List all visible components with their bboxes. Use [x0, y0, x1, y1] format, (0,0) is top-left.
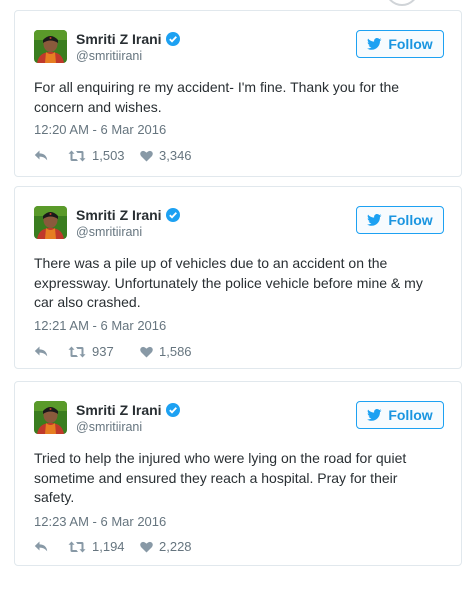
avatar[interactable] — [34, 206, 67, 239]
reply-arrow-icon — [34, 346, 48, 357]
tweet-actions: 1,503 3,346 — [34, 148, 220, 163]
heart-icon — [140, 346, 153, 357]
like-button[interactable]: 3,346 — [140, 148, 220, 163]
tweet-text: Tried to help the injured who were lying… — [34, 450, 407, 505]
reply-button[interactable] — [34, 541, 68, 552]
avatar[interactable] — [34, 401, 67, 434]
author-handle[interactable]: @smritiirani — [76, 49, 142, 63]
follow-label: Follow — [388, 212, 433, 228]
follow-button[interactable]: Follow — [356, 206, 444, 234]
reply-arrow-icon — [34, 541, 48, 552]
tweet-actions: 937 1,586 — [34, 344, 220, 359]
twitter-bird-icon — [367, 214, 382, 226]
author-handle[interactable]: @smritiirani — [76, 225, 142, 239]
partial-circle-decoration — [385, 0, 419, 6]
tweet-actions: 1,194 2,228 — [34, 539, 220, 554]
retweet-button[interactable]: 1,503 — [68, 148, 140, 163]
heart-icon — [140, 150, 153, 161]
retweet-icon — [68, 150, 86, 161]
author-name[interactable]: Smriti Z Irani — [76, 31, 180, 47]
follow-button[interactable]: Follow — [356, 401, 444, 429]
follow-label: Follow — [388, 36, 433, 52]
tweet-timestamp[interactable]: 12:21 AM - 6 Mar 2016 — [34, 318, 166, 333]
author-name[interactable]: Smriti Z Irani — [76, 402, 180, 418]
like-count: 2,228 — [159, 539, 192, 554]
twitter-bird-icon — [367, 409, 382, 421]
tweet-card: Smriti Z Irani @smritiirani Follow Tried… — [14, 381, 462, 566]
retweet-icon — [68, 541, 86, 552]
verified-badge-icon — [165, 32, 180, 46]
follow-label: Follow — [388, 407, 433, 423]
retweet-count: 1,503 — [92, 148, 125, 163]
twitter-bird-icon — [367, 38, 382, 50]
heart-icon — [140, 541, 153, 552]
retweet-count: 937 — [92, 344, 114, 359]
tweet-timestamp[interactable]: 12:23 AM - 6 Mar 2016 — [34, 514, 166, 529]
reply-button[interactable] — [34, 346, 68, 357]
like-count: 1,586 — [159, 344, 192, 359]
tweet-text: There was a pile up of vehicles due to a… — [34, 255, 423, 310]
tweet-text: For all enquiring re my accident- I'm fi… — [34, 79, 400, 115]
tweet-timestamp[interactable]: 12:20 AM - 6 Mar 2016 — [34, 122, 166, 137]
reply-button[interactable] — [34, 150, 68, 161]
avatar[interactable] — [34, 30, 67, 63]
tweet-card: Smriti Z Irani @smritiirani Follow For a… — [14, 10, 462, 177]
tweet-card: Smriti Z Irani @smritiirani Follow There… — [14, 186, 462, 369]
like-button[interactable]: 2,228 — [140, 539, 220, 554]
like-button[interactable]: 1,586 — [140, 344, 220, 359]
like-count: 3,346 — [159, 148, 192, 163]
reply-arrow-icon — [34, 150, 48, 161]
retweet-button[interactable]: 1,194 — [68, 539, 140, 554]
verified-badge-icon — [165, 208, 180, 222]
retweet-icon — [68, 346, 86, 357]
follow-button[interactable]: Follow — [356, 30, 444, 58]
author-handle[interactable]: @smritiirani — [76, 420, 142, 434]
verified-badge-icon — [165, 403, 180, 417]
retweet-count: 1,194 — [92, 539, 125, 554]
author-name[interactable]: Smriti Z Irani — [76, 207, 180, 223]
retweet-button[interactable]: 937 — [68, 344, 140, 359]
tweet-feed: Smriti Z Irani @smritiirani Follow For a… — [0, 0, 469, 593]
